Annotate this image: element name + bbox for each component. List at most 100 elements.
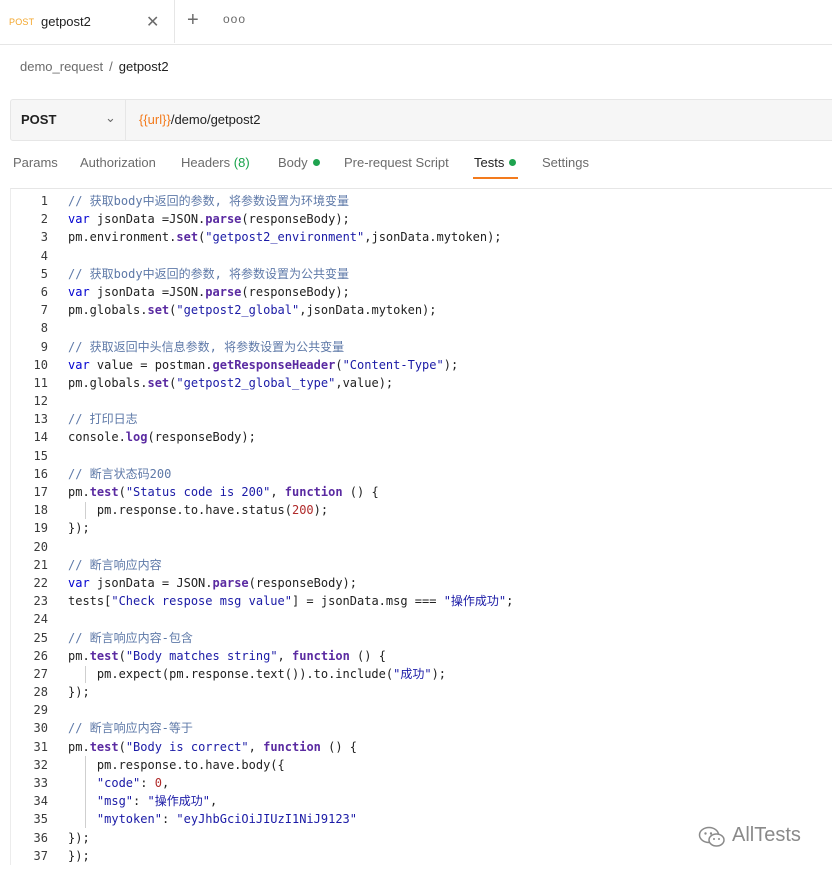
line-text: var jsonData = JSON.parse(responseBody); xyxy=(68,575,358,590)
line-text: pm.environment.set("getpost2_environment… xyxy=(68,230,502,245)
line-number: 15 xyxy=(33,448,48,463)
method-value: POST xyxy=(21,112,57,127)
code-line: 12 xyxy=(11,392,832,410)
breadcrumb-collection[interactable]: demo_request xyxy=(20,59,103,74)
close-icon[interactable]: ✕ xyxy=(146,12,159,32)
line-number: 6 xyxy=(40,284,48,299)
code-line: 17 pm.test("Status code is 200", function… xyxy=(11,483,832,501)
tab-authorization[interactable]: Authorization xyxy=(80,155,156,170)
code-line: 19}); xyxy=(11,519,832,537)
tab-params[interactable]: Params xyxy=(13,155,58,170)
tab-body-label: Body xyxy=(278,155,308,170)
tab-method-label: POST xyxy=(9,17,35,27)
line-number: 25 xyxy=(33,630,48,645)
code-line: 25 // 断言响应内容-包含 xyxy=(11,629,832,647)
code-line: 7 pm.globals.set("getpost2_global",jsonDa… xyxy=(11,301,832,319)
tab-settings[interactable]: Settings xyxy=(542,155,589,170)
url-input[interactable]: {{url}}/demo/getpost2 xyxy=(139,112,260,127)
url-path: /demo/getpost2 xyxy=(170,112,261,127)
request-tabs: Params Authorization Headers (8) Body Pr… xyxy=(0,148,832,182)
line-number: 16 xyxy=(33,466,48,481)
more-options-icon[interactable]: ooo xyxy=(223,12,246,26)
code-line: 11 pm.globals.set("getpost2_global_type",… xyxy=(11,374,832,392)
code-line: 4 xyxy=(11,247,832,265)
line-text: console.log(responseBody); xyxy=(68,430,256,445)
line-text: var jsonData =JSON.parse(responseBody); xyxy=(68,284,350,299)
line-text: }); xyxy=(68,685,90,700)
code-line: 5 // 获取body中返回的参数, 将参数设置为公共变量 xyxy=(11,265,832,283)
line-text: }); xyxy=(68,521,90,536)
line-text: tests["Check respose msg value"] = jsonD… xyxy=(68,594,514,609)
line-number: 4 xyxy=(40,248,48,263)
line-number: 11 xyxy=(33,375,48,390)
line-text: pm.expect(pm.response.text()).to.include… xyxy=(68,666,447,681)
code-line: 20 xyxy=(11,538,832,556)
line-number: 17 xyxy=(33,485,48,499)
line-text: pm.globals.set("getpost2_global_type",va… xyxy=(68,375,394,390)
code-line: 1 // 获取body中返回的参数, 将参数设置为环境变量 xyxy=(11,192,832,210)
line-number: 2 xyxy=(40,212,48,227)
line-text: // 打印日志 xyxy=(68,412,138,427)
code-line: 28}); xyxy=(11,683,832,701)
line-text: // 断言响应内容 xyxy=(68,557,162,572)
tab-prerequest-script[interactable]: Pre-request Script xyxy=(344,155,449,170)
code-line: 27 pm.expect(pm.response.text()).to.incl… xyxy=(11,665,832,683)
code-line: 26 pm.test("Body matches string", functio… xyxy=(11,647,832,665)
line-number: 23 xyxy=(33,594,48,609)
line-text: // 断言状态码200 xyxy=(68,466,172,481)
code-line: 24 xyxy=(11,610,832,628)
breadcrumb-request: getpost2 xyxy=(118,59,169,74)
code-line: 21 // 断言响应内容 xyxy=(11,556,832,574)
tab-headers-label: Headers xyxy=(181,155,231,170)
tab-headers[interactable]: Headers (8) xyxy=(181,155,250,170)
code-line: 37}); xyxy=(11,847,832,865)
line-number: 21 xyxy=(33,557,48,572)
line-text: pm.globals.set("getpost2_global",jsonDat… xyxy=(68,303,437,318)
tab-bar: POST getpost2 ✕ + ooo xyxy=(0,0,832,45)
code-line: 18 pm.response.to.have.status(200); xyxy=(11,501,832,519)
tab-tests-label: Tests xyxy=(474,155,505,170)
code-line: 3 pm.environment.set("getpost2_environmen… xyxy=(11,228,832,246)
line-number: 24 xyxy=(33,612,48,627)
code-lines: 1 // 获取body中返回的参数, 将参数设置为环境变量 2 var jsonDat… xyxy=(11,192,832,865)
line-number: 29 xyxy=(33,703,48,718)
code-line: 15 xyxy=(11,447,832,465)
breadcrumb: demo_request / getpost2 xyxy=(20,59,169,74)
line-text: // 获取返回中头信息参数, 将参数设置为公共变量 xyxy=(68,339,345,354)
line-number: 20 xyxy=(33,539,48,554)
line-number: 9 xyxy=(40,339,48,354)
line-number: 37 xyxy=(33,848,48,863)
line-number: 19 xyxy=(33,521,48,536)
line-number: 7 xyxy=(40,303,48,318)
new-tab-plus-icon[interactable]: + xyxy=(187,9,199,32)
line-text: pm.test("Body is correct", function () { xyxy=(68,739,358,754)
active-tab-underline xyxy=(473,177,518,179)
code-line: 23 tests["Check respose msg value"] = jso… xyxy=(11,592,832,610)
body-indicator-dot xyxy=(312,159,320,166)
line-text: pm.response.to.have.body({ xyxy=(68,757,285,772)
code-line: 2 var jsonData =JSON.parse(responseBody); xyxy=(11,210,832,228)
method-select[interactable]: POST ⌄ xyxy=(11,100,126,140)
line-number: 31 xyxy=(33,739,48,754)
code-editor[interactable]: 1 // 获取body中返回的参数, 将参数设置为环境变量 2 var jsonDat… xyxy=(10,188,832,865)
watermark-text: AllTests xyxy=(732,824,801,846)
line-text: pm.response.to.have.status(200); xyxy=(68,503,329,518)
line-text: pm.test("Body matches string", function … xyxy=(68,648,386,663)
line-number: 28 xyxy=(33,685,48,700)
line-number: 26 xyxy=(33,648,48,663)
line-text: var jsonData =JSON.parse(responseBody); xyxy=(68,212,350,227)
line-number: 18 xyxy=(33,503,48,518)
code-line: 16 // 断言状态码200 xyxy=(11,465,832,483)
tab-tests[interactable]: Tests xyxy=(474,155,517,170)
wechat-icon xyxy=(698,826,725,847)
line-number: 36 xyxy=(33,830,48,845)
code-line: 33 "code": 0, xyxy=(11,774,832,792)
code-line: 6 var jsonData =JSON.parse(responseBody); xyxy=(11,283,832,301)
line-text: pm.test("Status code is 200", function (… xyxy=(68,485,379,499)
line-number: 22 xyxy=(33,575,48,590)
url-bar: POST ⌄ {{url}}/demo/getpost2 xyxy=(10,99,832,141)
line-number: 10 xyxy=(33,357,48,372)
line-number: 13 xyxy=(33,412,48,427)
request-tab[interactable]: POST getpost2 ✕ xyxy=(0,0,175,43)
tab-body[interactable]: Body xyxy=(278,155,320,170)
